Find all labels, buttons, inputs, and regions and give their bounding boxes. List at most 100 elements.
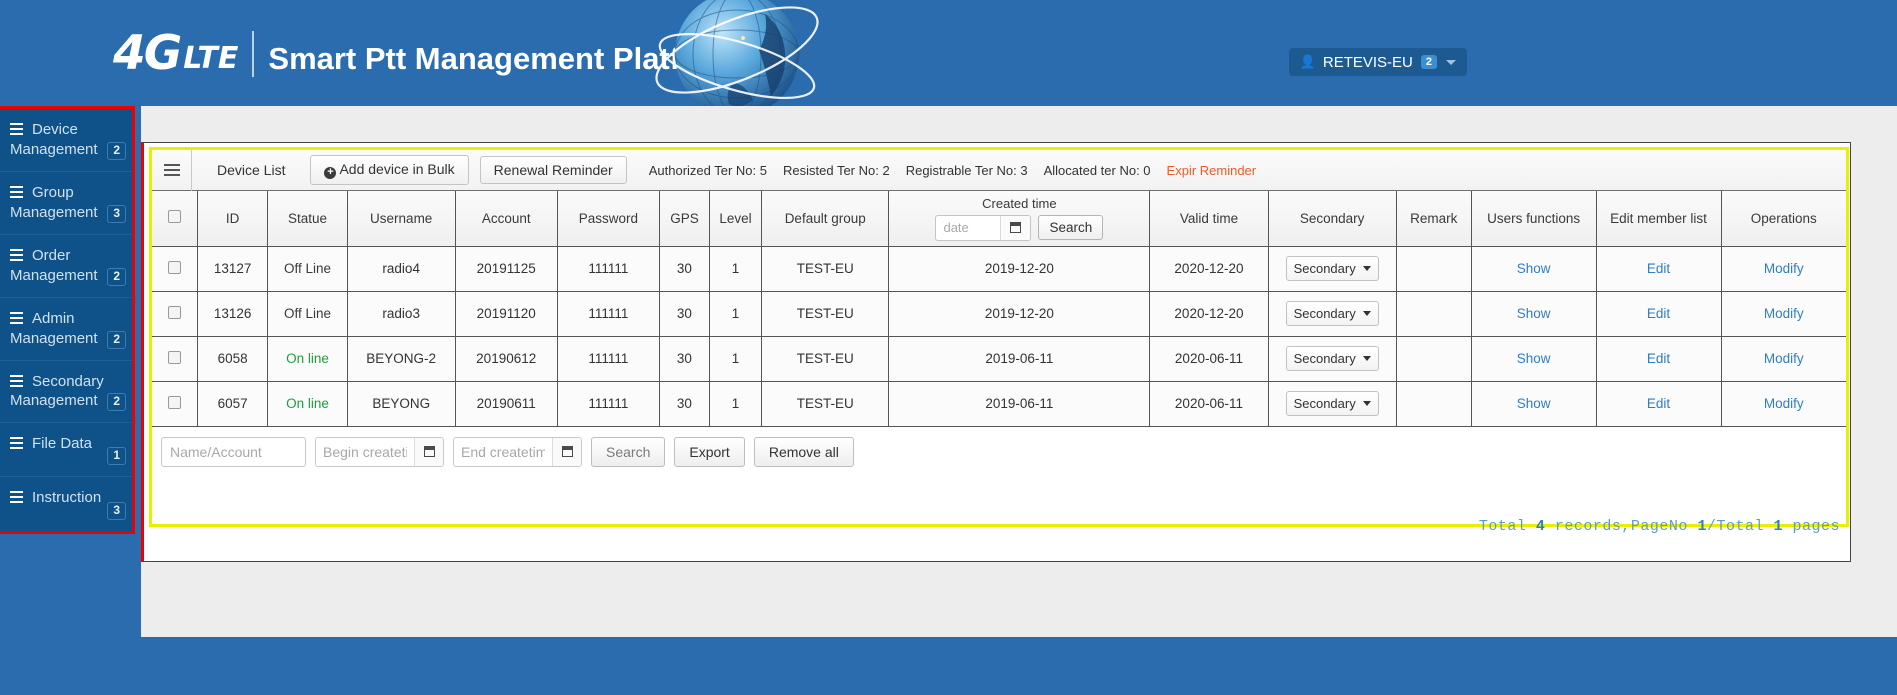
row-checkbox-cell: [152, 246, 198, 292]
calendar-icon[interactable]: [1000, 215, 1031, 240]
created-date-input[interactable]: [936, 215, 1001, 240]
edit-link[interactable]: Edit: [1647, 396, 1670, 411]
device-table: ID Statue Username Account Password GPS …: [152, 191, 1846, 427]
row-checkbox[interactable]: [167, 350, 181, 364]
cell-gps: 30: [659, 336, 710, 382]
show-link[interactable]: Show: [1517, 306, 1551, 321]
th-users-functions: Users functions: [1471, 191, 1597, 247]
logo-lte-text: LTE: [183, 41, 239, 76]
edit-link[interactable]: Edit: [1647, 306, 1670, 321]
cell-users-functions: Show: [1471, 291, 1597, 337]
cell-created-time: 2019-12-20: [888, 246, 1151, 292]
cell-id: 6057: [197, 381, 269, 427]
secondary-select[interactable]: Secondary: [1285, 346, 1379, 371]
sidebar-item-admin-management[interactable]: Admin Management 2: [0, 298, 132, 361]
cell-account: 20191120: [455, 291, 558, 337]
th-secondary: Secondary: [1268, 191, 1397, 247]
add-device-in-bulk-button[interactable]: + Add device in Bulk: [310, 155, 469, 185]
show-link[interactable]: Show: [1517, 261, 1551, 276]
sidebar-item-label: Admin Management: [10, 309, 98, 347]
modify-link[interactable]: Modify: [1764, 351, 1804, 366]
sidebar-item-badge: 2: [107, 267, 126, 286]
begin-createtime-input[interactable]: [316, 437, 414, 466]
edit-link[interactable]: Edit: [1647, 351, 1670, 366]
logo-4g-text: 4G: [113, 26, 182, 81]
modify-link[interactable]: Modify: [1764, 396, 1804, 411]
modify-link[interactable]: Modify: [1764, 306, 1804, 321]
sidebar-item-label: Order Management: [10, 246, 98, 284]
cell-gps: 30: [659, 246, 710, 292]
calendar-icon[interactable]: [414, 437, 443, 466]
cell-secondary: Secondary: [1268, 336, 1397, 382]
pager-suffix: pages: [1782, 518, 1840, 535]
created-time-search-button[interactable]: Search: [1038, 215, 1104, 241]
renewal-reminder-button[interactable]: Renewal Reminder: [479, 156, 627, 184]
cell-statue: Off Line: [267, 291, 348, 337]
cell-statue: Off Line: [267, 246, 348, 292]
export-button[interactable]: Export: [674, 436, 745, 467]
sidebar-item-secondary-management[interactable]: Secondary Management 2: [0, 361, 132, 424]
edit-link[interactable]: Edit: [1647, 261, 1670, 276]
row-checkbox[interactable]: [167, 260, 181, 274]
table-row[interactable]: 13126 Off Line radio3 20191120 111111 30 1 TEST…: [152, 291, 1846, 337]
th-account: Account: [455, 191, 558, 247]
cell-default-group: TEST-EU: [761, 246, 890, 292]
sidebar-item-order-management[interactable]: Order Management 2: [0, 235, 132, 298]
cell-account: 20191125: [455, 246, 558, 292]
user-menu[interactable]: 👤 RETEVIS-EU 2: [1288, 48, 1467, 76]
modify-link[interactable]: Modify: [1764, 261, 1804, 276]
expir-reminder-link[interactable]: Expir Reminder: [1167, 163, 1257, 178]
calendar-icon[interactable]: [552, 437, 581, 466]
cell-users-functions: Show: [1471, 246, 1597, 292]
sidebar-item-group-management[interactable]: Group Management 3: [0, 172, 132, 235]
show-link[interactable]: Show: [1517, 396, 1551, 411]
user-name: RETEVIS-EU: [1322, 53, 1413, 71]
table-header-row: ID Statue Username Account Password GPS …: [152, 191, 1846, 247]
pager-mid: records,PageNo: [1545, 518, 1698, 535]
row-checkbox[interactable]: [167, 395, 181, 409]
secondary-select-value: Secondary: [1293, 306, 1356, 321]
cell-username: radio4: [347, 246, 456, 292]
secondary-select[interactable]: Secondary: [1285, 256, 1379, 281]
table-row[interactable]: 6058 On line BEYONG-2 20190612 111111 30 1 TEST…: [152, 336, 1846, 382]
cell-valid-time: 2020-06-11: [1149, 381, 1269, 427]
cell-statue: On line: [267, 381, 348, 427]
list-icon: [10, 185, 23, 198]
sidebar-item-file-data[interactable]: File Data 1: [0, 423, 132, 478]
cell-password: 111111: [557, 381, 660, 427]
table-row[interactable]: 13127 Off Line radio4 20191125 111111 30 1 TEST…: [152, 246, 1846, 292]
row-checkbox-cell: [152, 336, 198, 382]
show-link[interactable]: Show: [1517, 351, 1551, 366]
cell-secondary: Secondary: [1268, 291, 1397, 337]
table-row[interactable]: 6057 On line BEYONG 20190611 111111 30 1 TEST-E…: [152, 381, 1846, 427]
sidebar-item-instruction[interactable]: Instruction 3: [0, 477, 132, 531]
cell-remark: [1396, 291, 1472, 337]
row-checkbox-cell: [152, 381, 198, 427]
remove-all-button[interactable]: Remove all: [753, 436, 854, 467]
logo-divider: [252, 31, 255, 77]
sidebar-region: Device Management 2 Group Management 3 Order…: [0, 106, 141, 637]
page-header: 4G LTE Smart Ptt Management Platform 👤 R…: [0, 0, 1897, 106]
select-all-checkbox[interactable]: [167, 210, 181, 224]
name-account-input[interactable]: [161, 436, 306, 467]
pager-total-records: 4: [1535, 518, 1546, 535]
cell-username: radio3: [347, 291, 456, 337]
row-checkbox[interactable]: [167, 305, 181, 319]
search-button[interactable]: Search: [591, 436, 666, 467]
cell-default-group: TEST-EU: [761, 336, 890, 382]
list-icon: [10, 491, 23, 504]
sidebar-item-device-management[interactable]: Device Management 2: [0, 109, 132, 172]
sidebar-item-badge: 2: [107, 141, 126, 160]
secondary-select-value: Secondary: [1293, 261, 1356, 276]
device-list-button[interactable]: Device List: [203, 156, 299, 184]
cell-id: 13126: [197, 291, 269, 337]
user-icon: 👤: [1299, 54, 1316, 69]
cell-created-time: 2019-12-20: [888, 291, 1151, 337]
secondary-select[interactable]: Secondary: [1285, 391, 1379, 416]
hamburger-menu-icon[interactable]: [152, 149, 192, 191]
end-createtime-input[interactable]: [454, 437, 552, 466]
cell-id: 13127: [197, 246, 269, 292]
pager-prefix: Total: [1478, 518, 1536, 535]
pager-page-no: 1: [1697, 518, 1707, 535]
secondary-select[interactable]: Secondary: [1285, 301, 1379, 326]
